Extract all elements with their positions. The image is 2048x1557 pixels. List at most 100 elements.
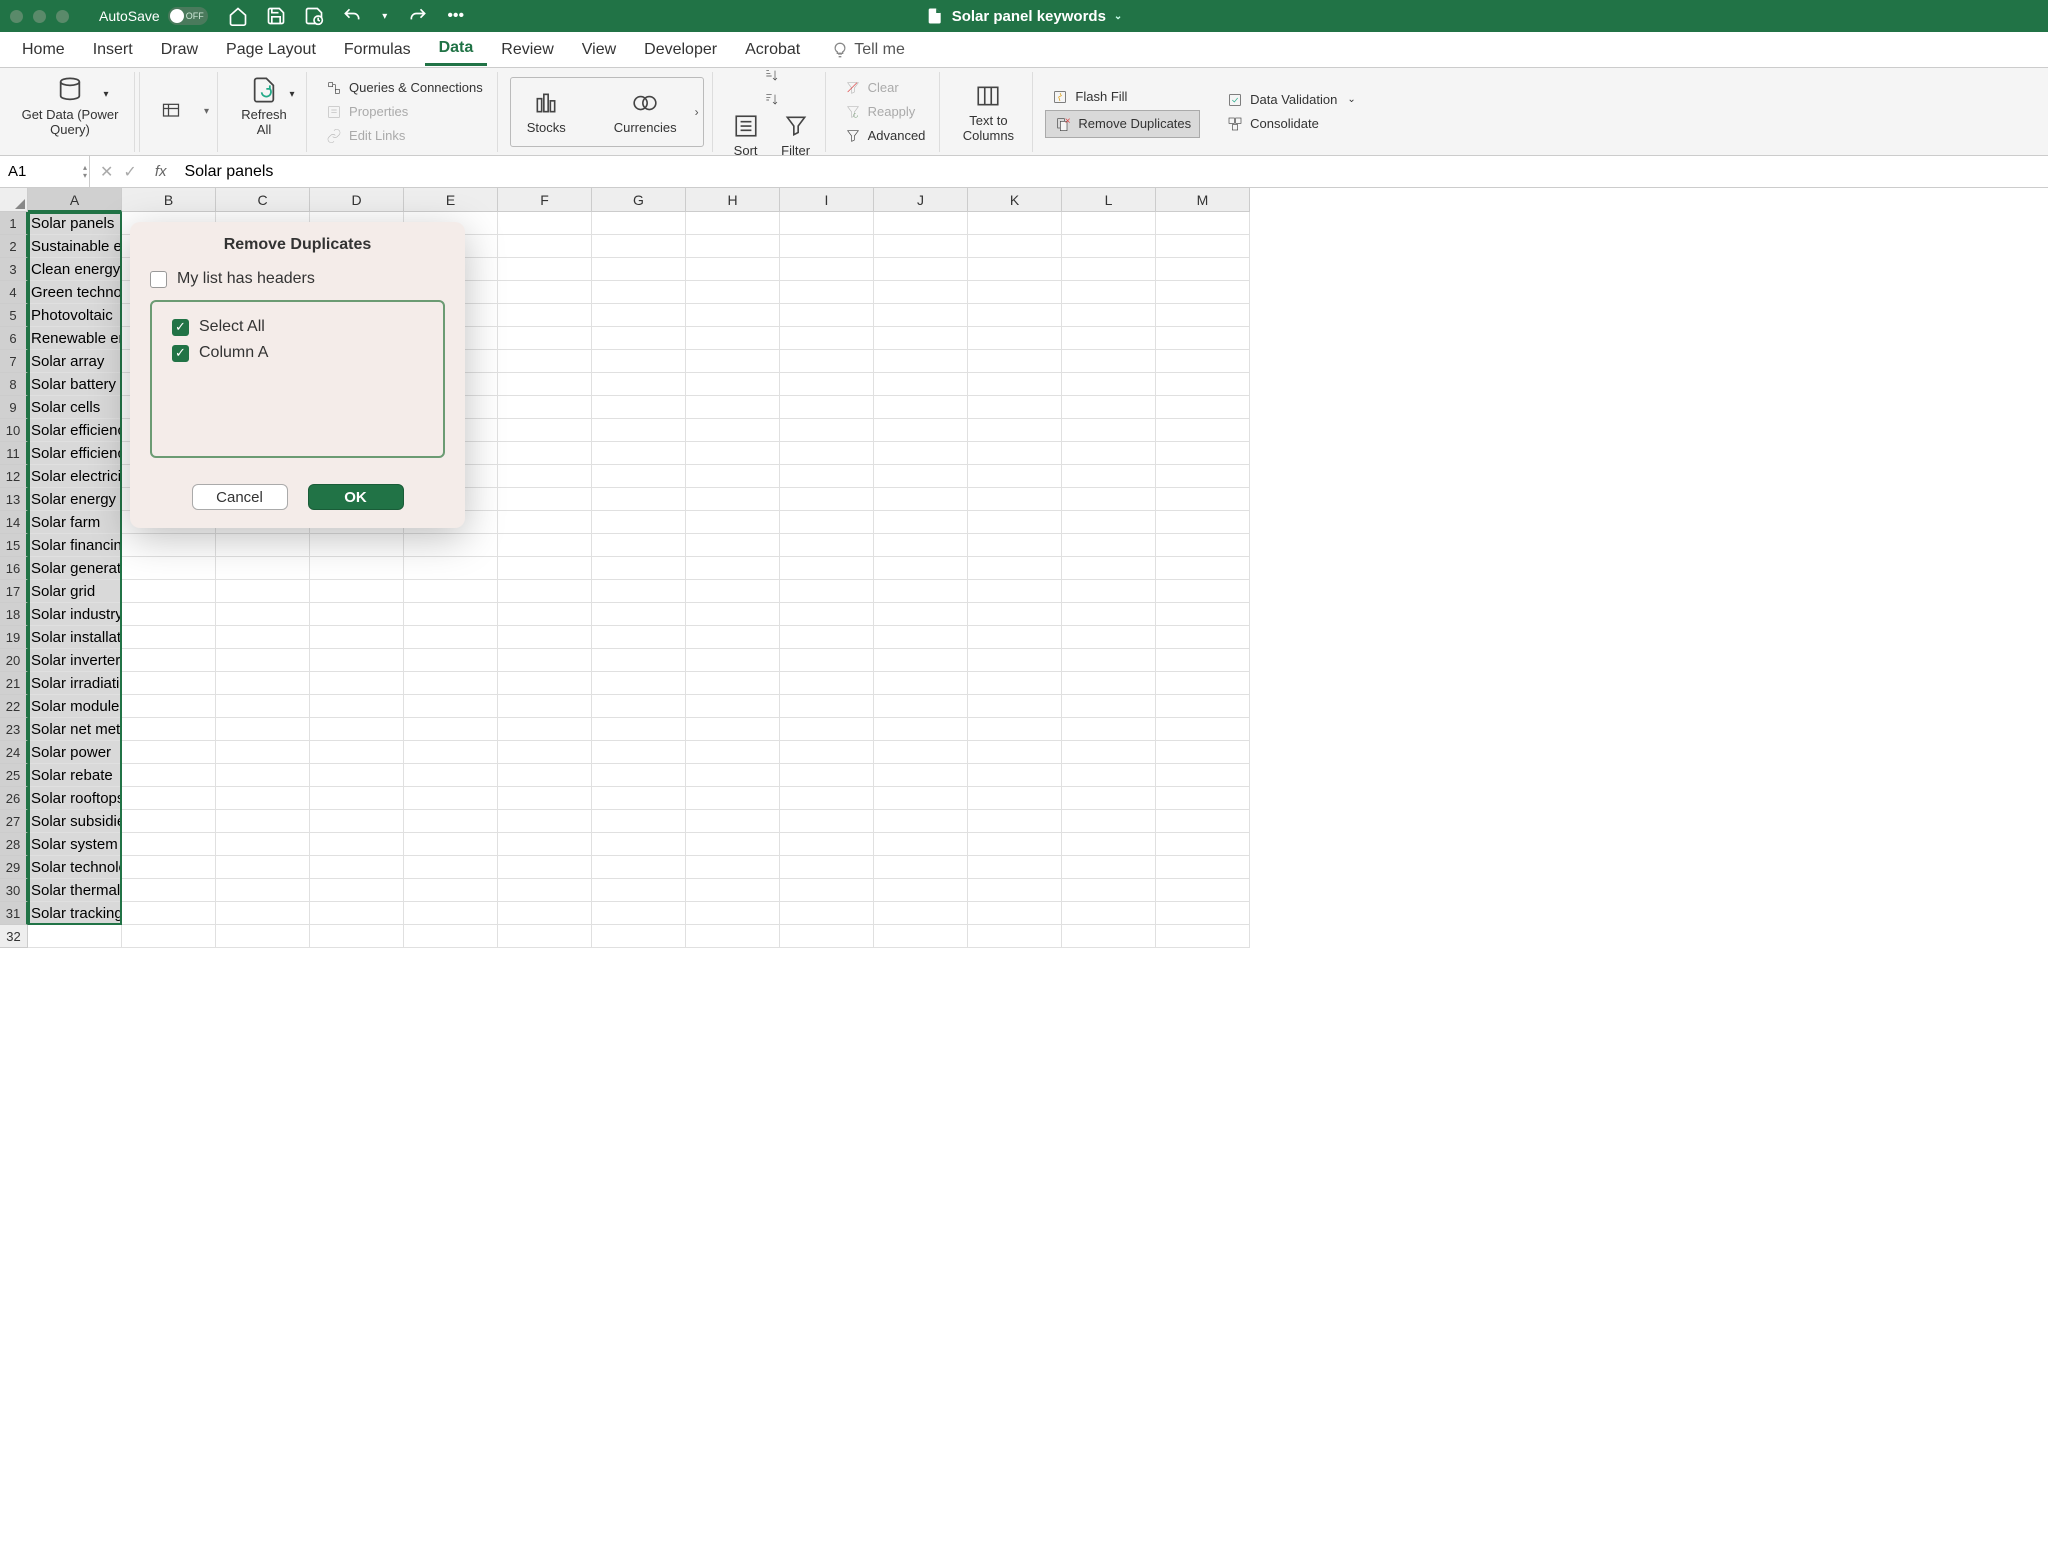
cell-L13[interactable] (1062, 488, 1156, 511)
select-all-checkbox[interactable]: ✓ (172, 319, 189, 336)
cell-K27[interactable] (968, 810, 1062, 833)
queries-connections-button[interactable]: Queries & Connections (319, 77, 489, 99)
cell-G27[interactable] (592, 810, 686, 833)
cell-I32[interactable] (780, 925, 874, 948)
cell-A12[interactable]: Solar electricity (28, 465, 122, 488)
cell-I7[interactable] (780, 350, 874, 373)
cell-A11[interactable]: Solar efficiency (28, 442, 122, 465)
cell-F22[interactable] (498, 695, 592, 718)
cell-B25[interactable] (122, 764, 216, 787)
chevron-right-icon[interactable]: › (695, 105, 699, 119)
cell-G25[interactable] (592, 764, 686, 787)
cell-H6[interactable] (686, 327, 780, 350)
cell-K29[interactable] (968, 856, 1062, 879)
cell-C25[interactable] (216, 764, 310, 787)
cell-M3[interactable] (1156, 258, 1250, 281)
cell-L6[interactable] (1062, 327, 1156, 350)
cell-D17[interactable] (310, 580, 404, 603)
cell-A28[interactable]: Solar system (28, 833, 122, 856)
cell-D21[interactable] (310, 672, 404, 695)
cell-H31[interactable] (686, 902, 780, 925)
row-header-3[interactable]: 3 (0, 258, 28, 281)
cell-M10[interactable] (1156, 419, 1250, 442)
cell-E32[interactable] (404, 925, 498, 948)
select-all-cells[interactable] (0, 188, 28, 212)
cell-M20[interactable] (1156, 649, 1250, 672)
cell-E18[interactable] (404, 603, 498, 626)
stocks-button[interactable]: Stocks (521, 86, 572, 137)
row-header-30[interactable]: 30 (0, 879, 28, 902)
cell-E27[interactable] (404, 810, 498, 833)
cell-F25[interactable] (498, 764, 592, 787)
cell-I26[interactable] (780, 787, 874, 810)
cell-I21[interactable] (780, 672, 874, 695)
cell-I27[interactable] (780, 810, 874, 833)
chevron-down-icon[interactable]: ⌄ (1347, 94, 1355, 105)
cell-C23[interactable] (216, 718, 310, 741)
cell-B23[interactable] (122, 718, 216, 741)
cell-H29[interactable] (686, 856, 780, 879)
minimize-window-button[interactable] (33, 10, 46, 23)
cell-B32[interactable] (122, 925, 216, 948)
cell-A8[interactable]: Solar battery (28, 373, 122, 396)
cell-K5[interactable] (968, 304, 1062, 327)
cell-K15[interactable] (968, 534, 1062, 557)
cell-G23[interactable] (592, 718, 686, 741)
cell-K19[interactable] (968, 626, 1062, 649)
cell-J13[interactable] (874, 488, 968, 511)
cell-F26[interactable] (498, 787, 592, 810)
cell-F12[interactable] (498, 465, 592, 488)
maximize-window-button[interactable] (56, 10, 69, 23)
row-header-13[interactable]: 13 (0, 488, 28, 511)
cell-L22[interactable] (1062, 695, 1156, 718)
row-header-27[interactable]: 27 (0, 810, 28, 833)
cell-B16[interactable] (122, 557, 216, 580)
cell-G21[interactable] (592, 672, 686, 695)
cell-F32[interactable] (498, 925, 592, 948)
cell-A20[interactable]: Solar inverter (28, 649, 122, 672)
cell-A7[interactable]: Solar array (28, 350, 122, 373)
cell-M32[interactable] (1156, 925, 1250, 948)
cell-E25[interactable] (404, 764, 498, 787)
fx-icon[interactable]: fx (147, 163, 175, 180)
advanced-filter-button[interactable]: Advanced (838, 125, 932, 147)
cell-J20[interactable] (874, 649, 968, 672)
cell-L29[interactable] (1062, 856, 1156, 879)
cell-C29[interactable] (216, 856, 310, 879)
cell-B24[interactable] (122, 741, 216, 764)
consolidate-button[interactable]: Consolidate (1220, 113, 1362, 135)
cell-F16[interactable] (498, 557, 592, 580)
cell-H3[interactable] (686, 258, 780, 281)
cell-D30[interactable] (310, 879, 404, 902)
cell-C21[interactable] (216, 672, 310, 695)
cell-F27[interactable] (498, 810, 592, 833)
select-all-checkbox-row[interactable]: ✓ Select All (172, 314, 423, 340)
cell-A23[interactable]: Solar net metering (28, 718, 122, 741)
cell-L3[interactable] (1062, 258, 1156, 281)
cell-C16[interactable] (216, 557, 310, 580)
column-header-I[interactable]: I (780, 188, 874, 212)
cell-M18[interactable] (1156, 603, 1250, 626)
cell-H11[interactable] (686, 442, 780, 465)
cell-F17[interactable] (498, 580, 592, 603)
cell-F31[interactable] (498, 902, 592, 925)
cell-H22[interactable] (686, 695, 780, 718)
cell-G22[interactable] (592, 695, 686, 718)
cell-J28[interactable] (874, 833, 968, 856)
cell-A15[interactable]: Solar financing (28, 534, 122, 557)
column-header-B[interactable]: B (122, 188, 216, 212)
cell-A24[interactable]: Solar power (28, 741, 122, 764)
cell-B19[interactable] (122, 626, 216, 649)
column-header-D[interactable]: D (310, 188, 404, 212)
ok-button[interactable]: OK (308, 484, 404, 510)
cell-A13[interactable]: Solar energy (28, 488, 122, 511)
column-a-checkbox-row[interactable]: ✓ Column A (172, 340, 423, 366)
column-header-J[interactable]: J (874, 188, 968, 212)
save-icon[interactable] (266, 6, 286, 26)
cell-J30[interactable] (874, 879, 968, 902)
cell-K21[interactable] (968, 672, 1062, 695)
text-to-columns-button[interactable]: Text to Columns (952, 79, 1024, 145)
cell-A3[interactable]: Clean energy (28, 258, 122, 281)
row-header-7[interactable]: 7 (0, 350, 28, 373)
cell-I16[interactable] (780, 557, 874, 580)
